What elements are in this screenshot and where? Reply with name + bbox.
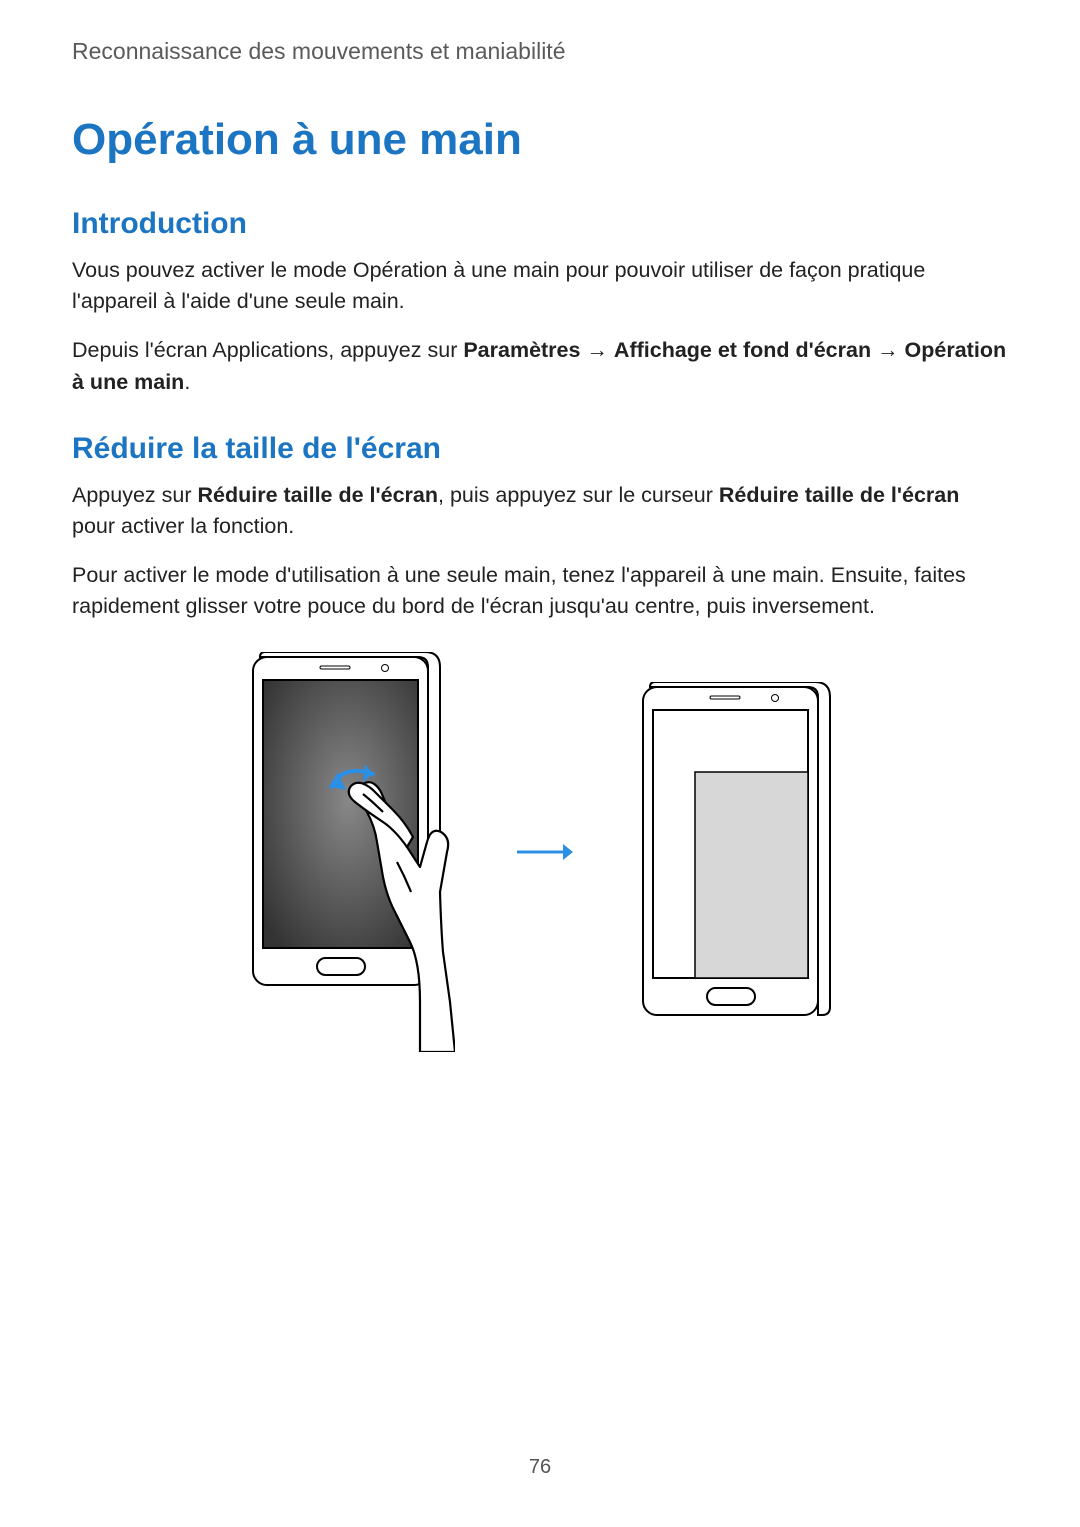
bold-reduire-2: Réduire taille de l'écran: [719, 483, 960, 507]
text-span: .: [184, 370, 190, 394]
intro-paragraph-2: Depuis l'écran Applications, appuyez sur…: [72, 335, 1008, 397]
text-span: pour activer la fonction.: [72, 514, 294, 538]
illustration-row: [72, 652, 1008, 1057]
reduce-paragraph-1: Appuyez sur Réduire taille de l'écran, p…: [72, 480, 1008, 542]
reduce-paragraph-2: Pour activer le mode d'utilisation à une…: [72, 560, 1008, 622]
intro-paragraph-1: Vous pouvez activer le mode Opération à …: [72, 255, 1008, 317]
text-span: Depuis l'écran Applications, appuyez sur: [72, 338, 463, 362]
page-number: 76: [0, 1456, 1080, 1479]
text-span: Appuyez sur: [72, 483, 197, 507]
arrow-right-icon: [515, 840, 575, 869]
text-span: , puis appuyez sur le curseur: [438, 483, 719, 507]
bold-reduire-1: Réduire taille de l'écran: [197, 483, 438, 507]
breadcrumb: Reconnaissance des mouvements et maniabi…: [72, 38, 1008, 65]
phone-reduced-screen-illustration: [635, 682, 835, 1027]
section-heading-introduction: Introduction: [72, 207, 1008, 241]
text-arrow: →: [580, 338, 613, 362]
page: Reconnaissance des mouvements et maniabi…: [0, 0, 1080, 1527]
page-title: Opération à une main: [72, 115, 1008, 165]
section-heading-reduce: Réduire la taille de l'écran: [72, 432, 1008, 466]
text-arrow: →: [871, 338, 904, 362]
phone-with-hand-illustration: [245, 652, 455, 1057]
bold-parametres: Paramètres: [463, 338, 580, 362]
bold-affichage: Affichage et fond d'écran: [614, 338, 871, 362]
